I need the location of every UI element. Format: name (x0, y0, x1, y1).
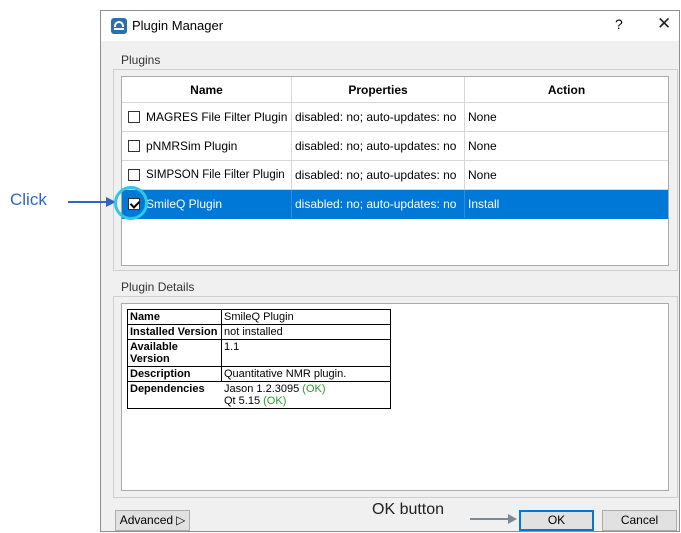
ok-arrow-line (470, 518, 510, 520)
plugin-details-panel: Name SmileQ Plugin Installed Version not… (121, 303, 669, 491)
help-button[interactable]: ? (615, 16, 623, 32)
dependency-status: (OK) (302, 383, 326, 395)
plugin-name: MAGRES File Filter Plugin (146, 103, 292, 131)
dependency-name: Jason 1.2.3095 (224, 383, 300, 395)
details-value: Jason 1.2.3095 (OK) Qt 5.15 (OK) (222, 382, 390, 408)
details-table: Name SmileQ Plugin Installed Version not… (127, 309, 391, 409)
column-header-name[interactable]: Name (122, 77, 292, 103)
details-value: 1.1 (224, 341, 240, 353)
details-row-description: Description Quantitative NMR plugin. (128, 367, 390, 382)
dependency-status: (OK) (263, 395, 287, 407)
dependency-name: Qt 5.15 (224, 395, 261, 407)
advanced-label: Advanced (119, 513, 174, 527)
plugin-properties: disabled: no; auto-updates: no (292, 161, 465, 189)
plugin-action: None (468, 168, 497, 182)
triangle-right-icon: ▷ (176, 513, 186, 527)
column-header-action[interactable]: Action (465, 77, 668, 103)
details-row-available: Available Version 1.1 (128, 340, 390, 367)
plugin-checkbox[interactable] (128, 111, 140, 123)
advanced-button[interactable]: Advanced ▷ (115, 510, 190, 531)
cancel-button[interactable]: Cancel (602, 510, 677, 531)
plugin-action: None (468, 110, 497, 124)
checkbox-highlight-circle (114, 186, 148, 220)
plugin-row-simpson[interactable]: SIMPSON File Filter Plugin disabled: no;… (122, 161, 668, 190)
plugin-action: None (468, 139, 497, 153)
plugin-row-pnmrsim[interactable]: pNMRSim Plugin disabled: no; auto-update… (122, 132, 668, 161)
arrow-right-icon (508, 514, 517, 524)
ok-button-annotation-label: OK button (372, 501, 445, 518)
click-arrow-line (68, 201, 108, 203)
plugin-manager-dialog: Plugin Manager ? ✕ Plugins Name Properti… (100, 10, 680, 532)
details-key: Dependencies (130, 383, 205, 395)
details-key: Description (128, 367, 222, 381)
plugins-group-label: Plugins (121, 53, 161, 67)
details-key: Available Version (128, 340, 222, 366)
column-header-properties[interactable]: Properties (292, 77, 465, 103)
details-row-name: Name SmileQ Plugin (128, 310, 390, 325)
plugin-name: SIMPSON File Filter Plugin (146, 161, 292, 189)
details-value: SmileQ Plugin (224, 311, 294, 323)
plugin-checkbox[interactable] (128, 140, 140, 152)
details-row-installed: Installed Version not installed (128, 325, 390, 340)
plugin-name: pNMRSim Plugin (146, 132, 292, 160)
close-button[interactable]: ✕ (657, 14, 671, 34)
plugin-row-smileq[interactable]: SmileQ Plugin disabled: no; auto-updates… (122, 190, 668, 219)
details-value: Quantitative NMR plugin. (224, 368, 347, 380)
title-bar: Plugin Manager ? ✕ (101, 11, 679, 41)
plugin-properties: disabled: no; auto-updates: no (292, 132, 465, 160)
details-row-dependencies: Dependencies Jason 1.2.3095 (OK) Qt 5.15… (128, 382, 390, 408)
plugins-table: Name Properties Action MAGRES File Filte… (121, 76, 669, 266)
details-group-label: Plugin Details (121, 280, 195, 294)
plugin-manager-icon (111, 18, 127, 34)
plugin-action: Install (468, 197, 500, 211)
plugin-row-magres[interactable]: MAGRES File Filter Plugin disabled: no; … (122, 103, 668, 132)
window-title: Plugin Manager (132, 18, 224, 33)
plugin-properties: disabled: no; auto-updates: no (292, 190, 465, 218)
details-value: not installed (224, 326, 283, 338)
plugin-name: SmileQ Plugin (146, 190, 292, 218)
click-annotation-label: Click (10, 190, 47, 209)
plugin-properties: disabled: no; auto-updates: no (292, 103, 465, 131)
details-key: Installed Version (128, 325, 222, 339)
details-key: Name (128, 310, 222, 324)
plugin-checkbox[interactable] (128, 169, 140, 181)
ok-button[interactable]: OK (519, 510, 594, 531)
